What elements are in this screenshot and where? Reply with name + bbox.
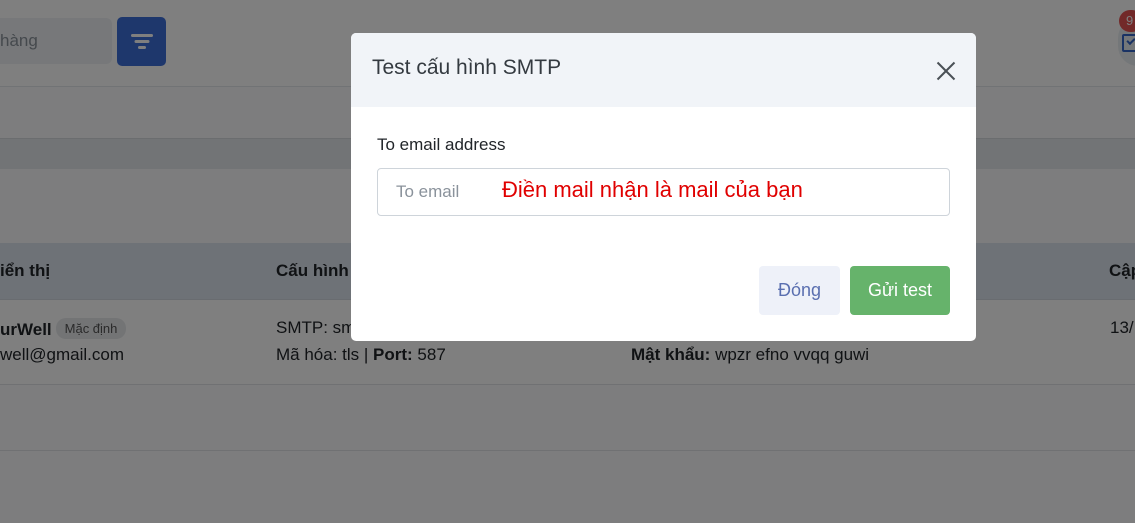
to-email-label: To email address [377, 135, 506, 154]
to-email-input[interactable] [377, 168, 950, 216]
send-test-button[interactable]: Gửi test [850, 266, 950, 315]
test-smtp-modal: Test cấu hình SMTP To email address Điền… [351, 33, 976, 341]
close-icon[interactable] [931, 57, 959, 85]
modal-header: Test cấu hình SMTP [351, 33, 976, 107]
modal-title: Test cấu hình SMTP [372, 56, 562, 79]
close-button[interactable]: Đóng [759, 266, 840, 315]
